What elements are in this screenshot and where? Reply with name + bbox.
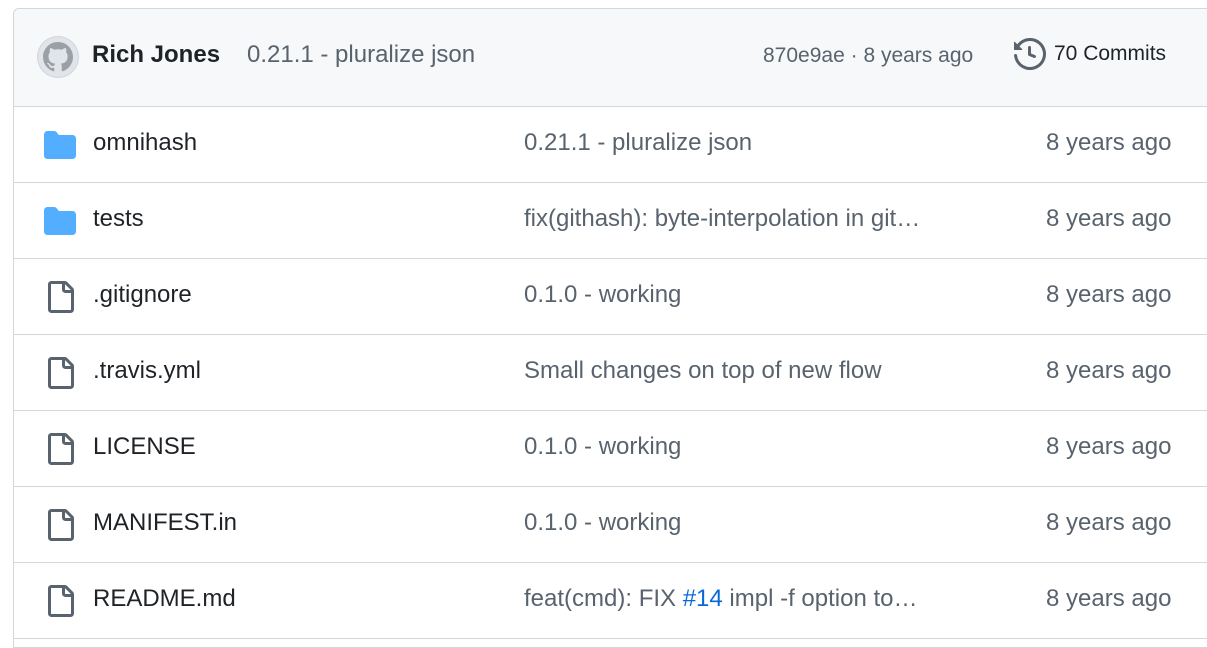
file-row-travis-yml[interactable]: .travis.yml Small changes on top of new f…	[14, 335, 1207, 411]
file-icon	[44, 281, 76, 313]
file-name-link[interactable]: .gitignore	[93, 279, 192, 311]
file-icon	[44, 433, 76, 465]
file-name-link[interactable]: README.md	[93, 583, 236, 615]
file-row-license[interactable]: LICENSE 0.1.0 - working 8 years ago	[14, 411, 1207, 487]
folder-icon	[44, 205, 76, 237]
file-row-tests[interactable]: tests fix(githash): byte-interpolation in…	[14, 183, 1207, 259]
latest-commit-bar: Rich Jones 0.21.1 - pluralize json 870e9…	[14, 9, 1207, 107]
commit-age: 8 years ago	[1046, 585, 1172, 612]
file-icon	[44, 509, 76, 541]
commit-age: 8 years ago	[863, 44, 974, 67]
file-row-readme-md[interactable]: README.md feat(cmd): FIX #14 impl -f opti…	[14, 563, 1207, 639]
commit-message-link[interactable]: fix(githash): byte-interpolation in git…	[524, 203, 959, 235]
file-row-manifest-in[interactable]: MANIFEST.in 0.1.0 - working 8 years ago	[14, 487, 1207, 563]
github-mark-icon	[43, 42, 73, 72]
commit-age: 8 years ago	[1046, 281, 1172, 308]
commit-message-link[interactable]: 0.21.1 - pluralize json	[524, 127, 959, 159]
file-name-link[interactable]: .travis.yml	[93, 355, 201, 387]
commit-age: 8 years ago	[1046, 357, 1172, 384]
folder-name-link[interactable]: omnihash	[93, 127, 197, 159]
history-icon	[1014, 38, 1046, 70]
commit-message-link[interactable]: Small changes on top of new flow	[524, 355, 959, 387]
commit-message-link[interactable]: 0.21.1 - pluralize json	[247, 39, 475, 71]
commit-message-link[interactable]: 0.1.0 - working	[524, 507, 959, 539]
folder-name-link[interactable]: tests	[93, 203, 144, 235]
commits-history-link[interactable]: 70 Commits	[1014, 37, 1166, 71]
commit-message-link[interactable]: feat(cmd): FIX #14 impl -f option to…	[524, 583, 959, 615]
commit-message-link[interactable]: 0.1.0 - working	[524, 279, 959, 311]
commit-age: 8 years ago	[1046, 509, 1172, 536]
commit-author-link[interactable]: Rich Jones	[92, 39, 220, 71]
file-browser-panel: Rich Jones 0.21.1 - pluralize json 870e9…	[13, 8, 1207, 648]
commit-sha-link[interactable]: 870e9ae	[763, 44, 845, 67]
file-row-omnihash[interactable]: omnihash 0.21.1 - pluralize json 8 years a…	[14, 107, 1207, 183]
commit-message-text: feat(cmd): FIX	[524, 585, 683, 612]
avatar[interactable]	[37, 36, 79, 78]
commit-age: 8 years ago	[1046, 129, 1172, 156]
commits-count-label: 70 Commits	[1054, 42, 1167, 65]
issue-link[interactable]: #14	[683, 585, 723, 612]
folder-icon	[44, 129, 76, 161]
file-icon	[44, 357, 76, 389]
file-name-link[interactable]: LICENSE	[93, 431, 196, 463]
commit-age: 8 years ago	[1046, 433, 1172, 460]
file-icon	[44, 585, 76, 617]
meta-separator: ·	[844, 44, 864, 67]
commit-meta: 870e9ae · 8 years ago	[763, 41, 973, 71]
file-row-gitignore[interactable]: .gitignore 0.1.0 - working 8 years ago	[14, 259, 1207, 335]
file-name-link[interactable]: MANIFEST.in	[93, 507, 237, 539]
commit-age: 8 years ago	[1046, 205, 1172, 232]
commit-message-link[interactable]: 0.1.0 - working	[524, 431, 959, 463]
commit-message-text: impl -f option to…	[722, 585, 918, 612]
